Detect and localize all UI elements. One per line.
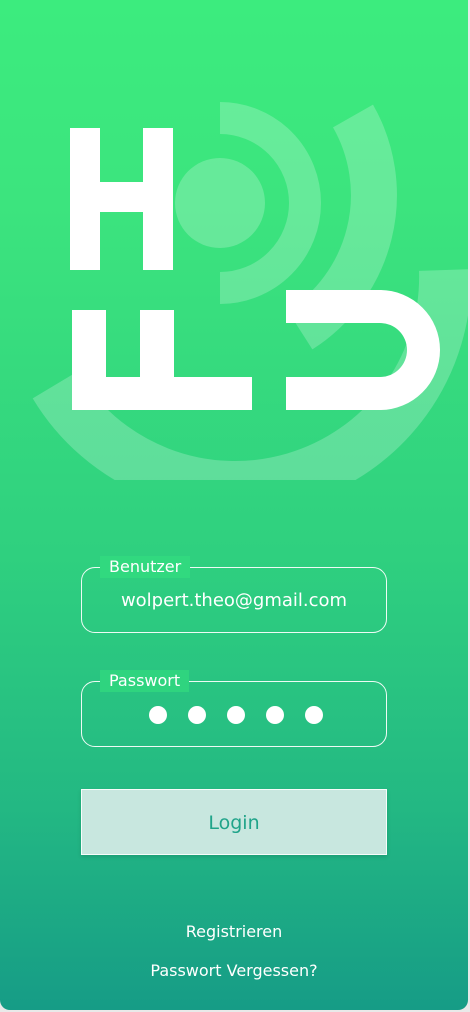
password-dot — [188, 706, 206, 724]
password-dot — [266, 706, 284, 724]
password-label: Passwort — [100, 670, 190, 692]
letter-u — [286, 290, 440, 410]
username-label: Benutzer — [100, 556, 191, 578]
login-screen: Benutzer wolpert.theo@gmail.com Passwort… — [0, 0, 468, 1010]
letter-h — [70, 128, 173, 270]
password-dot — [305, 706, 323, 724]
inner-circle — [175, 158, 265, 248]
password-dot — [227, 706, 245, 724]
register-link[interactable]: Registrieren — [0, 921, 468, 943]
password-dot — [149, 706, 167, 724]
password-masked-value[interactable] — [149, 706, 323, 724]
hfu-logo-icon — [32, 102, 468, 480]
forgot-password-link[interactable]: Passwort Vergessen? — [0, 960, 468, 982]
username-value[interactable]: wolpert.theo@gmail.com — [82, 589, 386, 613]
letter-f — [72, 310, 252, 410]
password-field[interactable]: Passwort — [81, 670, 387, 747]
username-field[interactable]: Benutzer wolpert.theo@gmail.com — [81, 556, 387, 633]
login-button[interactable]: Login — [81, 789, 387, 855]
